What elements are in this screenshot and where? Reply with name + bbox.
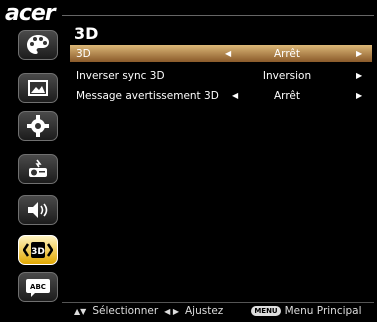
- menu-key-icon: MENU: [251, 306, 281, 316]
- left-arrow-icon[interactable]: ◀: [232, 91, 238, 100]
- option-row-message-avertissement[interactable]: Message avertissement 3D ◀ Arrêt ▶: [70, 87, 372, 104]
- menu-hint: Menu Principal: [284, 305, 362, 317]
- image-icon[interactable]: [18, 73, 58, 103]
- page-title: 3D: [74, 24, 99, 43]
- right-arrow-icon[interactable]: ▶: [356, 91, 362, 100]
- projector-icon[interactable]: [18, 154, 58, 184]
- palette-icon[interactable]: [18, 30, 58, 60]
- divider: [62, 302, 374, 303]
- option-value: Arrêt: [274, 89, 300, 102]
- option-value: Inversion: [262, 69, 312, 82]
- acer-logo: acer: [5, 1, 56, 26]
- right-arrow-icon[interactable]: ▶: [356, 71, 362, 80]
- 3d-icon-label: 3D: [31, 247, 45, 257]
- 3d-icon[interactable]: 3D: [18, 235, 58, 265]
- select-hint: Sélectionner: [92, 305, 159, 317]
- divider: [62, 15, 374, 16]
- up-down-arrows-icon: ▲▼: [74, 306, 87, 316]
- option-label: 3D: [76, 47, 91, 60]
- gear-icon[interactable]: [18, 111, 58, 141]
- language-icon[interactable]: ABC: [18, 272, 58, 302]
- option-label: Message avertissement 3D: [76, 89, 219, 102]
- left-arrow-icon[interactable]: ◀: [225, 49, 231, 58]
- speaker-icon[interactable]: [18, 195, 58, 225]
- option-row-3d[interactable]: 3D ◀ Arrêt ▶: [70, 45, 372, 62]
- option-value: Arrêt: [274, 47, 300, 60]
- language-icon-label: ABC: [30, 283, 46, 291]
- right-arrow-icon[interactable]: ▶: [356, 49, 362, 58]
- footer-hints: ▲▼ Sélectionner ◀ ▶ Ajustez MENU Menu Pr…: [74, 305, 362, 317]
- option-label: Inverser sync 3D: [76, 69, 165, 82]
- left-right-arrows-icon: ◀ ▶: [164, 306, 179, 316]
- adjust-hint: Ajustez: [185, 305, 224, 317]
- option-row-inverser-sync[interactable]: Inverser sync 3D Inversion ▶: [70, 67, 372, 84]
